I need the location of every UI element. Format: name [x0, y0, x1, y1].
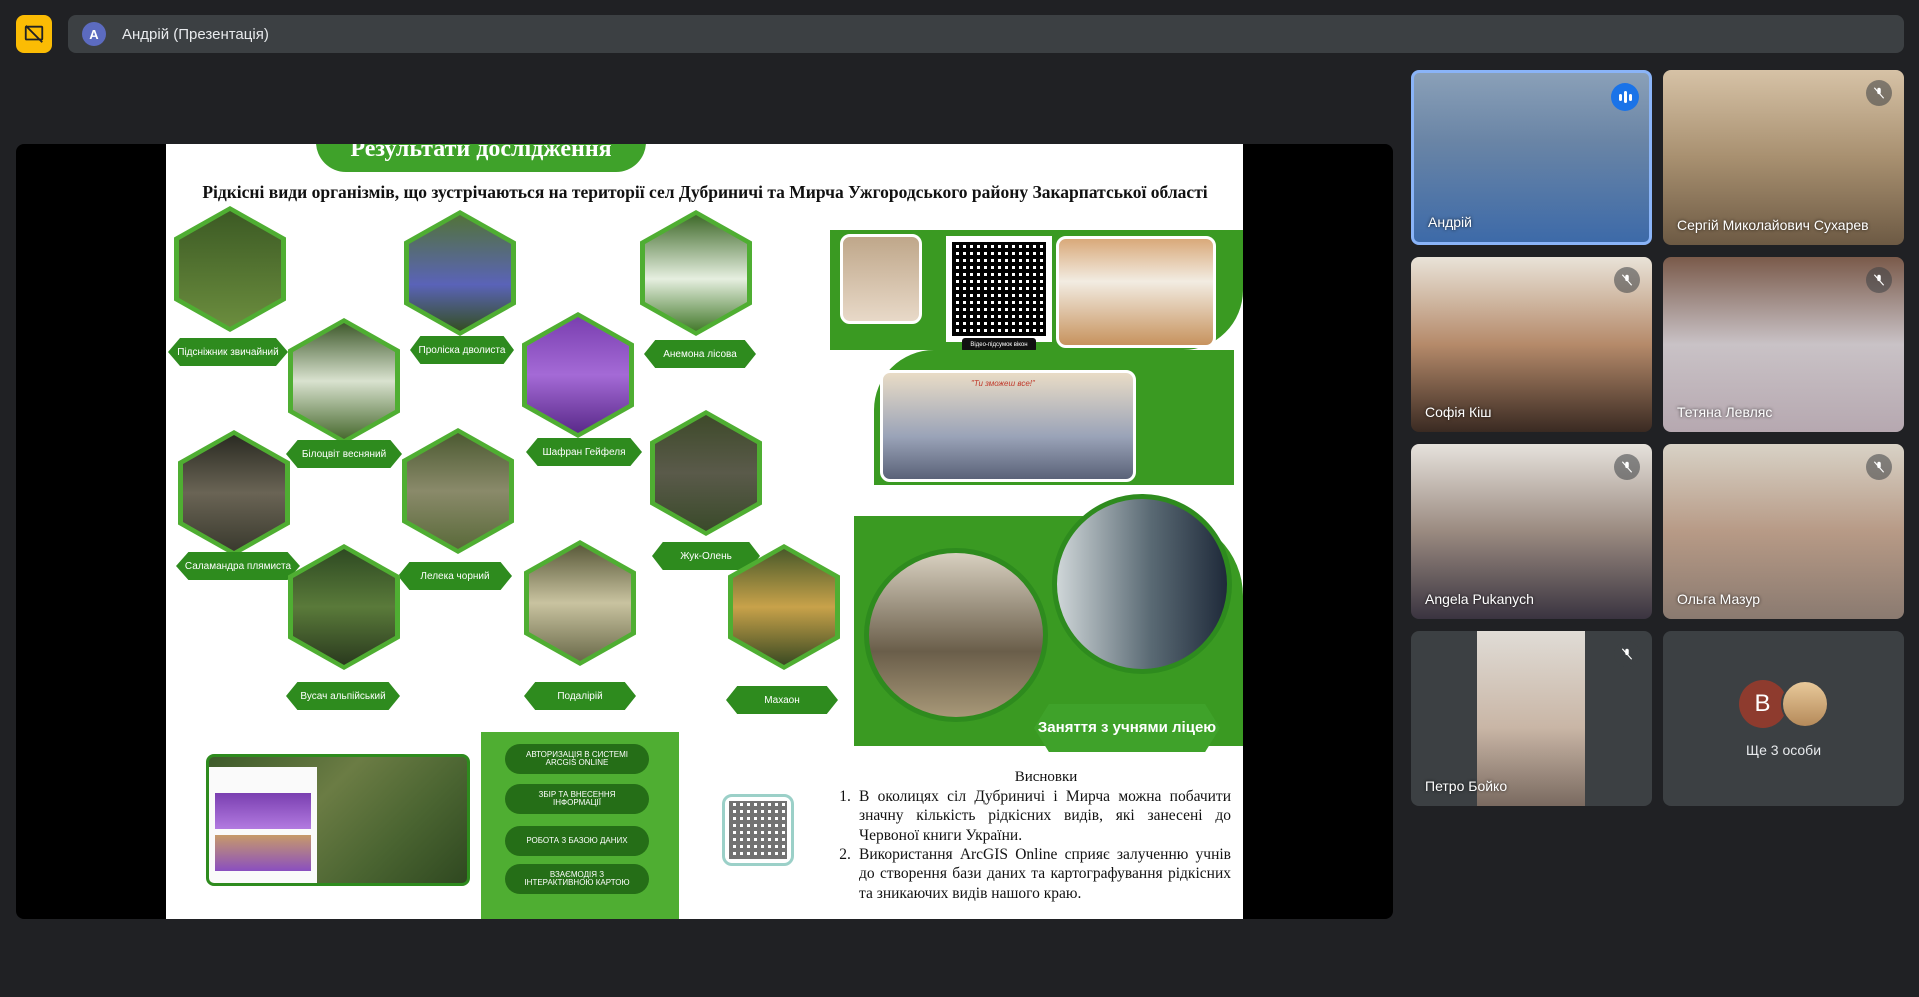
conclusion-number: 1.	[839, 787, 851, 805]
conclusions-title: Висновки	[1014, 769, 1078, 785]
mic-off-icon	[1614, 267, 1640, 293]
lesson-tag: Заняття з учнями ліцею	[1034, 704, 1220, 752]
species-photo	[522, 312, 634, 438]
conclusion-text: Використання ArcGIS Online сприяє залуче…	[859, 845, 1231, 902]
species-image	[179, 211, 281, 327]
participant-tile[interactable]: Петро Бойко	[1411, 631, 1652, 806]
species-image	[293, 323, 395, 439]
participant-name: Андрій	[1428, 214, 1472, 230]
participant-avatar: B	[1738, 679, 1787, 728]
presenter-label: Андрій (Презентація)	[122, 25, 269, 43]
species-photo	[404, 210, 516, 336]
map-sidebar-image	[215, 793, 311, 829]
more-participants-label: Ще 3 особи	[1745, 741, 1822, 758]
species-label: Підсніжник звичайний	[168, 338, 288, 366]
species-photo	[288, 318, 400, 444]
mic-off-icon	[1866, 80, 1892, 106]
conclusion-text: В околицях сіл Дубриничі і Мирча можна п…	[859, 787, 1231, 844]
presentation-stage: Результати дослідження Рідкісні види орг…	[16, 144, 1393, 919]
species-photo	[174, 206, 286, 332]
species-label: Вусач альпійський	[286, 682, 400, 710]
participant-tile[interactable]: Angela Pukanych	[1411, 444, 1652, 619]
participant-tile[interactable]: Тетяна Левляс	[1663, 257, 1904, 432]
participant-tile[interactable]: Ольга Мазур	[1663, 444, 1904, 619]
drawings-photo	[1056, 236, 1216, 348]
presentation-off-button[interactable]	[16, 15, 52, 53]
students-photo	[840, 234, 922, 324]
slide-banner: Результати дослідження	[316, 144, 646, 172]
qr-pattern	[729, 801, 787, 859]
qr-pattern	[952, 242, 1046, 336]
step-badge: ЗБІР ТА ВНЕСЕННЯ ІНФОРМАЦІЇ	[505, 784, 649, 814]
map-sidebar	[209, 767, 317, 883]
presenter-chip[interactable]: A Андрій (Презентація)	[68, 15, 1904, 53]
species-label: Саламандра плямиста	[176, 552, 300, 580]
mic-off-icon	[1614, 454, 1640, 480]
species-image	[293, 549, 395, 665]
species-image	[733, 549, 835, 665]
participant-tile[interactable]: Сергій Миколайович Сухарев	[1663, 70, 1904, 245]
participant-name: Тетяна Левляс	[1677, 404, 1773, 420]
conclusion-number: 2.	[839, 845, 851, 863]
participant-name: Петро Бойко	[1425, 778, 1508, 794]
other-avatars: B	[1738, 679, 1829, 728]
species-label: Проліска дволиста	[410, 336, 514, 364]
step-badge: РОБОТА З БАЗОЮ ДАНИХ	[505, 826, 649, 856]
mic-off-icon	[1614, 641, 1640, 667]
participant-name: Angela Pukanych	[1425, 591, 1534, 607]
species-label: Білоцвіт весняний	[286, 440, 402, 468]
mic-off-icon	[1866, 267, 1892, 293]
species-image	[409, 215, 511, 331]
mic-off-icon	[1866, 454, 1892, 480]
arcgis-steps-panel: АВТОРИЗАЦІЯ В СИСТЕМІ ARCGIS ONLINE ЗБІР…	[481, 732, 679, 919]
conclusions-block: Висновки 1. В околицях сіл Дубриничі і Ми…	[831, 768, 1231, 903]
more-participants-tile[interactable]: B Ще 3 особи	[1663, 631, 1904, 806]
step-badge: ВЗАЄМОДІЯ З ІНТЕРАКТИВНОЮ КАРТОЮ	[505, 864, 649, 894]
arcgis-map-thumbnail	[206, 754, 470, 886]
species-image	[645, 215, 747, 331]
species-image	[183, 435, 285, 551]
species-photo	[640, 210, 752, 336]
species-label: Лелека чорний	[398, 562, 512, 590]
species-image	[655, 415, 757, 531]
conclusion-item: 1. В околицях сіл Дубриничі і Мирча можна…	[831, 787, 1231, 845]
species-image	[529, 545, 631, 661]
species-label: Махаон	[726, 686, 838, 714]
class-group-photo: "Ти зможеш все!"	[880, 370, 1136, 482]
species-label: Подалірій	[524, 682, 636, 710]
species-label: Анемона лісова	[644, 340, 756, 368]
species-label: Жук-Олень	[652, 542, 760, 570]
photo-caption: "Ти зможеш все!"	[971, 379, 1035, 388]
species-image	[407, 433, 509, 549]
species-photo	[178, 430, 290, 556]
slide-banner-text: Результати дослідження	[350, 144, 612, 162]
participant-name: Сергій Миколайович Сухарев	[1677, 217, 1869, 233]
species-photo	[402, 428, 514, 554]
map-sidebar-image	[215, 835, 311, 871]
student-phone-photo-circle	[1052, 494, 1232, 674]
species-photo	[288, 544, 400, 670]
lesson-photo-circle	[864, 548, 1048, 722]
participant-tile[interactable]: Андрій	[1411, 70, 1652, 245]
presentation-slide: Результати дослідження Рідкісні види орг…	[166, 144, 1243, 919]
video-qr-code[interactable]	[946, 236, 1052, 342]
participant-tile[interactable]: Софія Кіш	[1411, 257, 1652, 432]
species-photo	[524, 540, 636, 666]
participant-name: Ольга Мазур	[1677, 591, 1761, 607]
species-image	[527, 317, 629, 433]
participant-avatar	[1780, 679, 1829, 728]
top-bar: A Андрій (Презентація)	[0, 0, 1919, 68]
participant-name: Софія Кіш	[1425, 404, 1492, 420]
qr-code[interactable]	[722, 794, 794, 866]
step-badge: АВТОРИЗАЦІЯ В СИСТЕМІ ARCGIS ONLINE	[505, 744, 649, 774]
species-label: Шафран Гейфеля	[526, 438, 642, 466]
presenter-avatar: A	[82, 22, 106, 46]
slide-title: Рідкісні види організмів, що зустрічають…	[202, 182, 1208, 202]
camera-off-icon	[24, 25, 44, 43]
species-photo	[650, 410, 762, 536]
speaking-indicator-icon	[1611, 83, 1639, 111]
conclusion-item: 2. Використання ArcGIS Online сприяє залу…	[831, 845, 1231, 903]
